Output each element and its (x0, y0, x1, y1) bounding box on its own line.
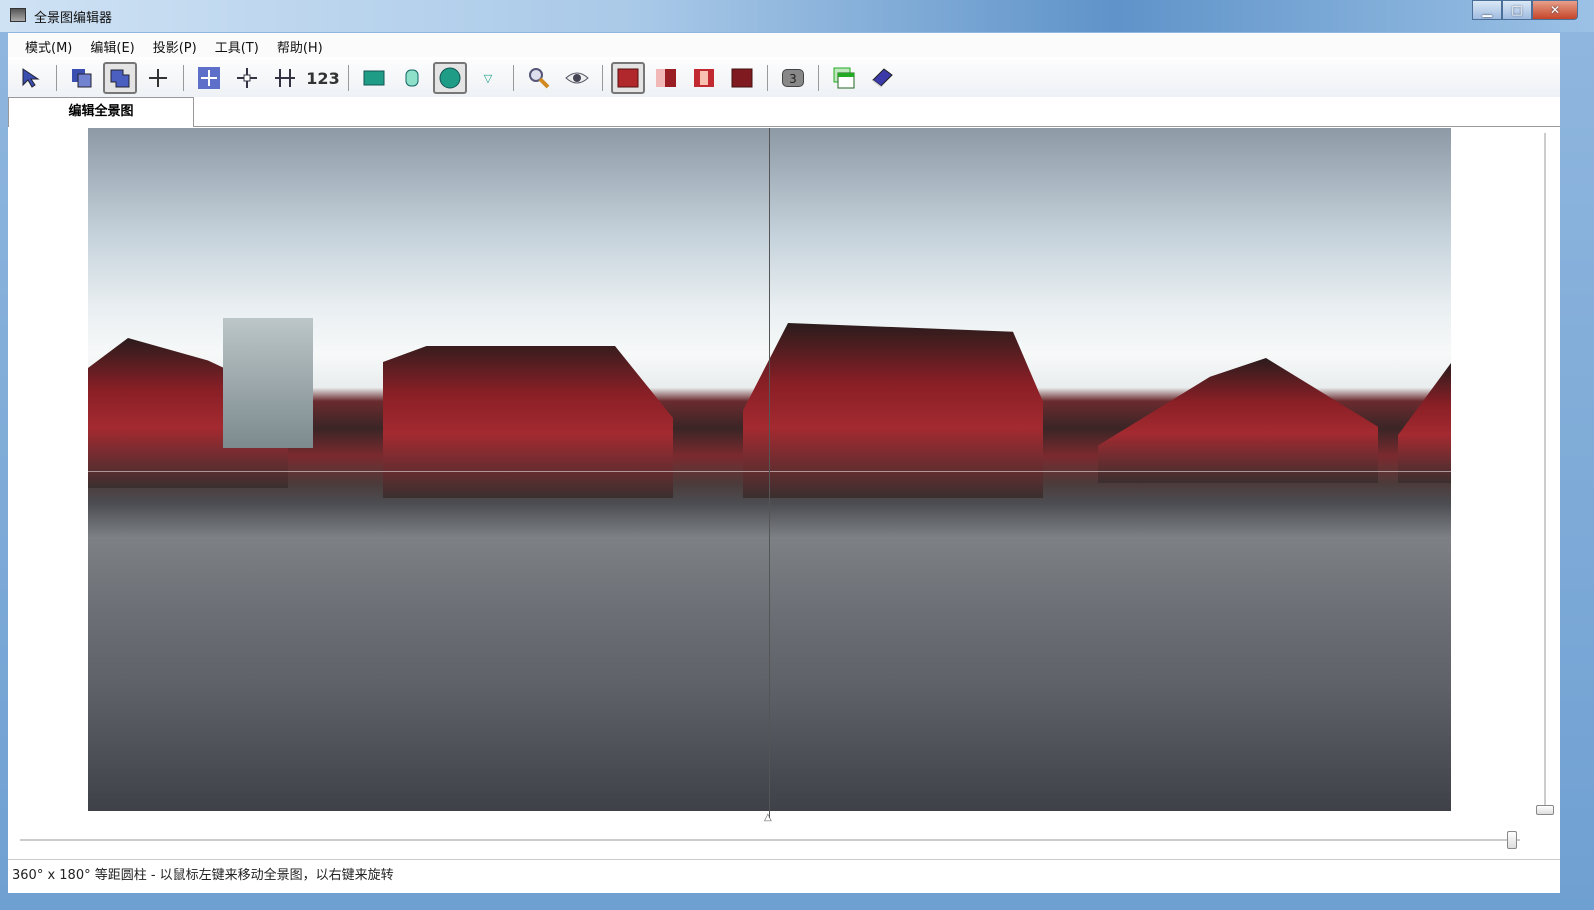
help-book-button[interactable] (865, 62, 899, 94)
vertical-slider-track[interactable] (1544, 133, 1546, 813)
vertical-slider-thumb[interactable] (1536, 805, 1554, 815)
building-center-left (383, 346, 673, 498)
sphere-icon (439, 67, 461, 89)
blend-left-button[interactable] (649, 62, 683, 94)
magnifier-icon (529, 68, 550, 89)
cursor-icon (22, 68, 40, 88)
eye-icon (565, 72, 589, 84)
blend-normal-button[interactable] (611, 62, 645, 94)
copy-images-button[interactable] (65, 62, 99, 94)
straighten-button[interactable] (268, 62, 302, 94)
menu-mode[interactable]: 模式(M) (16, 33, 81, 57)
fit-button[interactable] (192, 62, 226, 94)
overlay-button[interactable] (103, 62, 137, 94)
blend-dark-button[interactable] (725, 62, 759, 94)
separator (513, 65, 514, 91)
image-center-icon (694, 69, 714, 87)
crosshair-button[interactable] (141, 62, 175, 94)
center-marker-icon: △ (764, 812, 772, 823)
client-area: 模式(M) 编辑(E) 投影(P) 工具(T) 帮助(H) 123 ▽ 3 编辑… (8, 33, 1560, 893)
rectilinear-button[interactable] (357, 62, 391, 94)
building-tower (223, 318, 313, 448)
move-icon (237, 68, 257, 88)
select-tool-button[interactable] (14, 62, 48, 94)
separator (348, 65, 349, 91)
menu-edit[interactable]: 编辑(E) (81, 33, 143, 57)
separator (183, 65, 184, 91)
separator (602, 65, 603, 91)
image-left-icon (656, 69, 676, 87)
windows-icon (833, 67, 855, 89)
numbers-button[interactable]: 123 (306, 62, 340, 94)
blend-center-button[interactable] (687, 62, 721, 94)
menu-projection[interactable]: 投影(P) (144, 33, 206, 57)
separator (56, 65, 57, 91)
tab-edit-panorama[interactable]: 编辑全景图 (8, 97, 194, 127)
close-button[interactable]: ✕ (1532, 0, 1578, 20)
menu-help[interactable]: 帮助(H) (268, 33, 332, 57)
image-dark-icon (731, 68, 753, 88)
dropdown-arrow-icon: ▽ (483, 71, 493, 85)
center-guide (769, 128, 770, 818)
title-bar: 全景图编辑器 ▁ □ ✕ (0, 0, 1594, 32)
app-window: 全景图编辑器 ▁ □ ✕ 模式(M) 编辑(E) 投影(P) 工具(T) 帮助(… (0, 0, 1594, 910)
cylindrical-button[interactable] (395, 62, 429, 94)
fit-icon (198, 67, 220, 89)
app-icon (10, 8, 26, 22)
cylinder-icon (405, 69, 419, 87)
preview-button[interactable] (560, 62, 594, 94)
toolbar: 123 ▽ 3 (8, 59, 1560, 97)
menu-tools[interactable]: 工具(T) (206, 33, 268, 57)
horizontal-slider-thumb[interactable] (1507, 831, 1517, 849)
badge-3-icon: 3 (782, 69, 804, 87)
tab-strip: 编辑全景图 (8, 97, 1560, 127)
horizontal-slider-track[interactable] (20, 839, 1520, 841)
minimize-button[interactable]: ▁ (1472, 0, 1502, 20)
menu-bar: 模式(M) 编辑(E) 投影(P) 工具(T) 帮助(H) (8, 33, 1560, 57)
crosshair-icon (149, 69, 167, 87)
image-red-icon (617, 68, 639, 88)
rectangle-icon (363, 70, 385, 86)
windows-button[interactable] (827, 62, 861, 94)
building-right (1098, 358, 1378, 483)
zoom-button[interactable] (522, 62, 556, 94)
overlay-icon (110, 69, 130, 88)
stereo-button[interactable]: 3 (776, 62, 810, 94)
numbers-label: 123 (306, 68, 340, 88)
status-bar: 360° x 180° 等距圆柱 - 以鼠标左键来移动全景图，以右键来旋转 (8, 859, 1560, 885)
book-icon (872, 68, 893, 88)
spherical-button[interactable] (433, 62, 467, 94)
layers-icon (72, 69, 92, 88)
projection-dropdown[interactable]: ▽ (471, 62, 505, 94)
separator (767, 65, 768, 91)
straighten-icon (275, 69, 295, 87)
separator (818, 65, 819, 91)
window-title: 全景图编辑器 (34, 11, 113, 26)
center-button[interactable] (230, 62, 264, 94)
building-far-right (1398, 363, 1451, 483)
maximize-button[interactable]: □ (1502, 0, 1532, 20)
